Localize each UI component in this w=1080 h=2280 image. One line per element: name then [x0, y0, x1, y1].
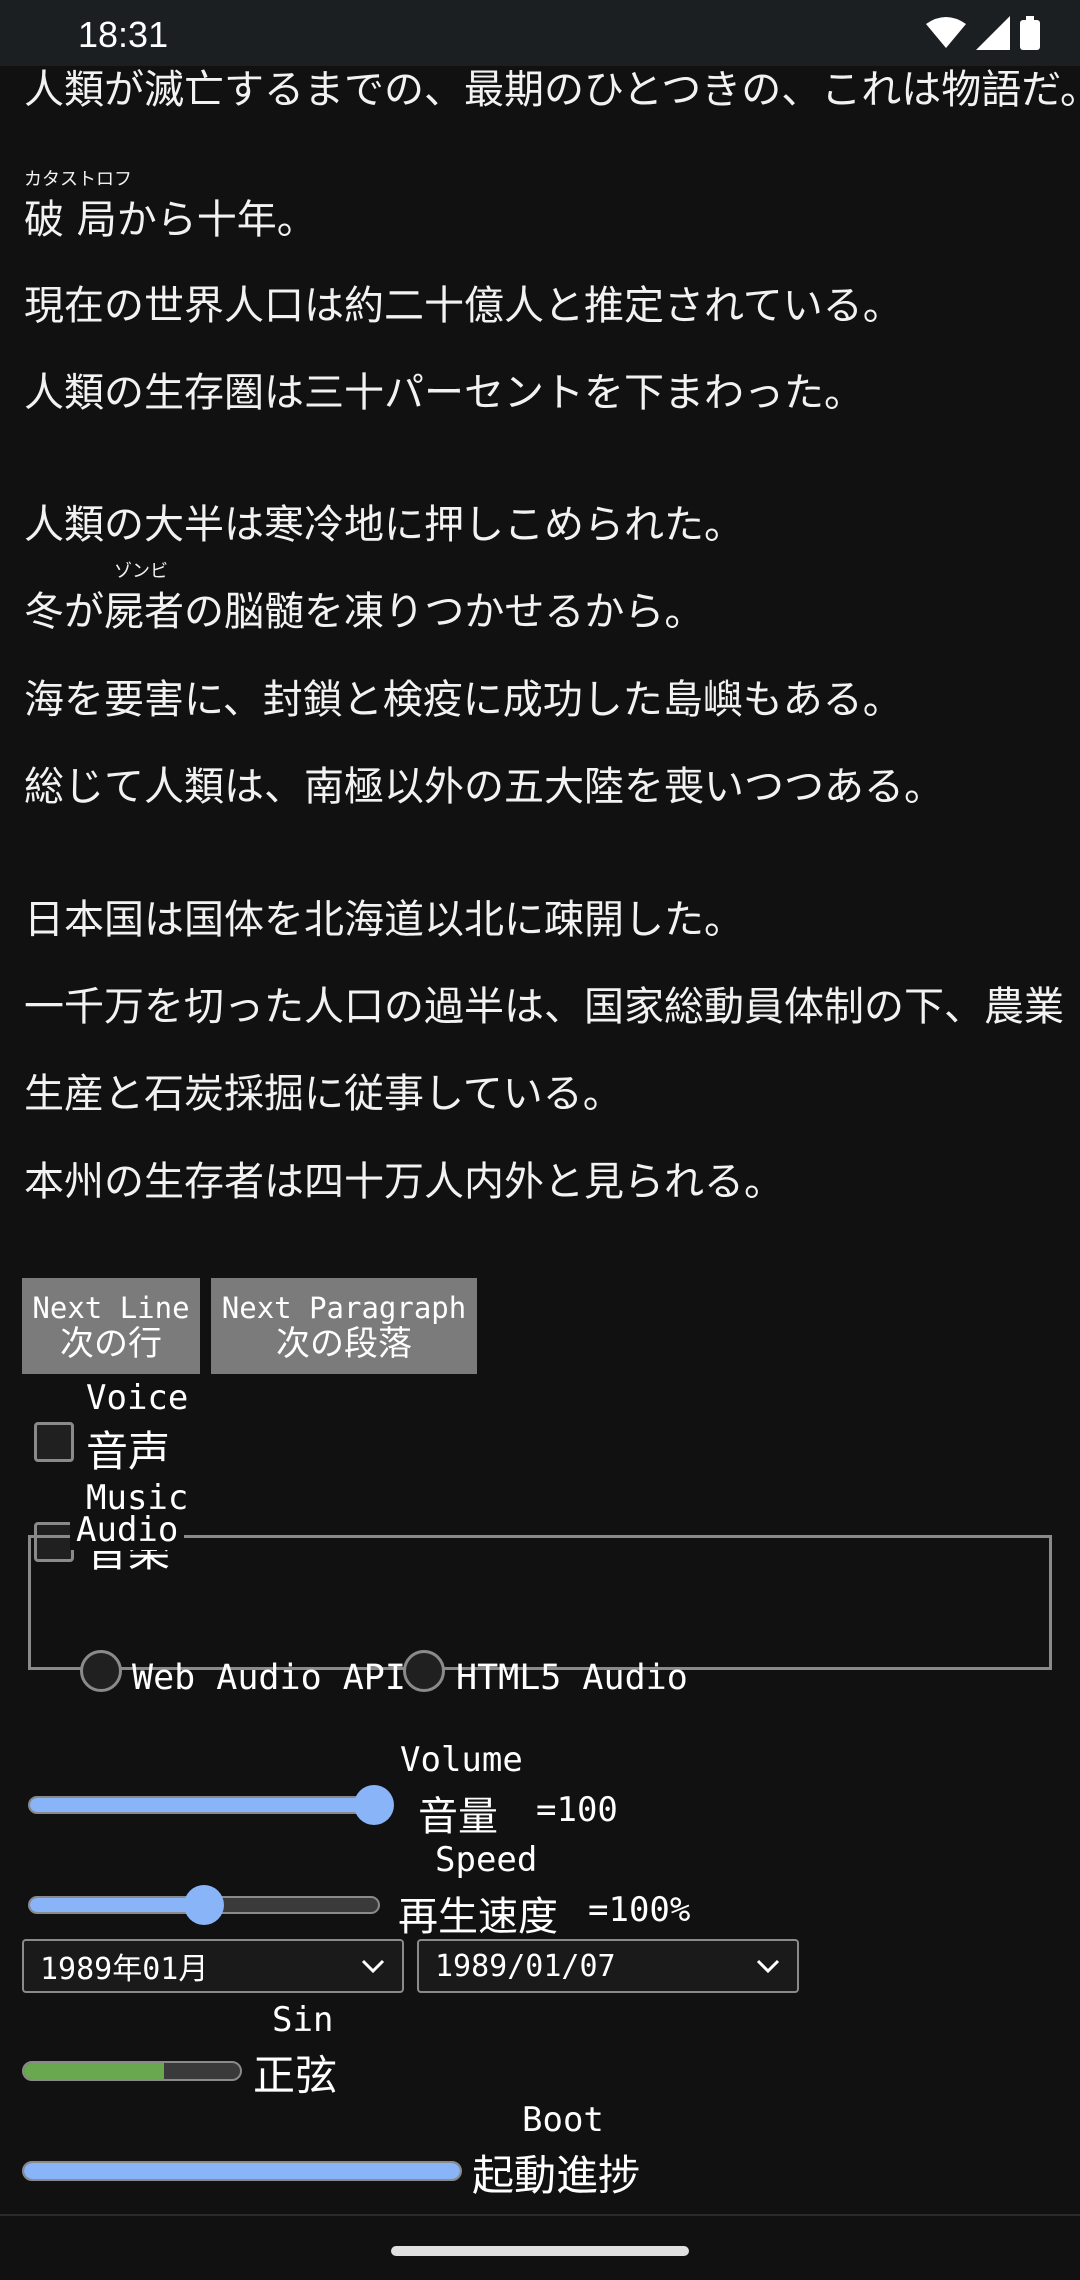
- boot-progress-fill: [24, 2163, 460, 2179]
- story-line: 冬が ゾンビ屍者の脳髄を凍りつかせるから。: [24, 562, 705, 636]
- story-line: 生産と石炭採掘に従事している。: [24, 1071, 623, 1117]
- speed-label-en: Speed: [435, 1840, 538, 1880]
- speed-slider-fill: [30, 1898, 204, 1912]
- voice-checkbox[interactable]: [34, 1422, 74, 1462]
- next-line-button[interactable]: Next Line 次の行: [22, 1278, 200, 1374]
- boot-progress: [22, 2161, 462, 2181]
- status-icons: [926, 16, 1040, 50]
- next-line-label-ja: 次の行: [60, 1324, 162, 1364]
- next-line-label-en: Next Line: [32, 1291, 190, 1325]
- html5-audio-label[interactable]: HTML5 Audio: [456, 1658, 688, 1698]
- speed-slider[interactable]: [28, 1885, 380, 1925]
- volume-slider[interactable]: [28, 1785, 394, 1825]
- audio-fieldset-border: [28, 1535, 1052, 1670]
- chevron-down-icon: [361, 1959, 385, 1974]
- voice-label-ja: 音声: [86, 1427, 171, 1476]
- volume-slider-thumb[interactable]: [354, 1785, 394, 1825]
- sin-progress: [22, 2061, 242, 2081]
- story-line: 人類の大半は寒冷地に押しこめられた。: [24, 502, 744, 548]
- chevron-down-icon: [756, 1959, 780, 1974]
- date-select[interactable]: 1989/01/07: [417, 1939, 799, 1993]
- ruby-reading: カタストロフ: [24, 169, 132, 190]
- story-line: 人類の生存圏は三十パーセントを下まわった。: [24, 370, 864, 416]
- audio-legend: Audio: [70, 1510, 185, 1550]
- next-paragraph-label-en: Next Paragraph: [221, 1291, 467, 1325]
- signal-icon: [976, 16, 1010, 50]
- speed-slider-thumb[interactable]: [184, 1885, 224, 1925]
- line-text: 局から十年。: [76, 197, 317, 243]
- speed-label-ja: 再生速度: [398, 1894, 558, 1940]
- volume-label-en: Volume: [400, 1740, 523, 1780]
- month-select[interactable]: 1989年01月: [22, 1939, 404, 1993]
- story-line: カタストロフ 破 局から十年。: [24, 170, 317, 244]
- speed-value: =100%: [588, 1890, 691, 1930]
- home-gesture-handle[interactable]: [391, 2246, 689, 2256]
- battery-icon: [1020, 16, 1040, 50]
- html5-audio-radio[interactable]: [403, 1650, 445, 1692]
- ruby-base-text: 屍者: [104, 589, 184, 635]
- sin-label-en: Sin: [272, 2000, 334, 2040]
- volume-slider-fill: [30, 1798, 378, 1812]
- volume-label-ja: 音量: [418, 1794, 498, 1840]
- story-line: 一千万を切った人口の過半は、国家総動員体制の下、農業: [24, 984, 1064, 1030]
- story-line: 人類が滅亡するまでの、最期のひとつきの、これは物語だ。: [24, 67, 1080, 113]
- story-line: 海を要害に、封鎖と検疫に成功した島嶼もある。: [24, 677, 903, 723]
- next-paragraph-label-ja: 次の段落: [276, 1324, 412, 1364]
- sin-progress-fill: [24, 2063, 165, 2079]
- boot-label-ja: 起動進捗: [472, 2151, 641, 2200]
- volume-value: =100: [536, 1790, 618, 1830]
- wifi-icon: [926, 17, 966, 48]
- line-text: 冬が: [24, 589, 104, 635]
- web-audio-label[interactable]: Web Audio API: [132, 1658, 406, 1698]
- boot-label-en: Boot: [522, 2100, 604, 2140]
- ruby-word: ゾンビ 屍者: [104, 562, 184, 636]
- voice-label-en: Voice: [86, 1378, 189, 1418]
- next-paragraph-button[interactable]: Next Paragraph 次の段落: [211, 1278, 477, 1374]
- story-line: 本州の生存者は四十万人内外と見られる。: [24, 1159, 784, 1205]
- story-line: 現在の世界人口は約二十億人と推定されている。: [24, 283, 903, 329]
- month-select-value: 1989年01月: [40, 1952, 209, 1987]
- line-text: の脳髄を凍りつかせるから。: [184, 589, 705, 635]
- status-time: 18:31: [78, 14, 169, 55]
- ruby-base-text: 破: [24, 197, 64, 243]
- story-line: 総じて人類は、南極以外の五大陸を喪いつつある。: [24, 764, 944, 810]
- web-audio-radio[interactable]: [80, 1650, 122, 1692]
- status-bar: 18:31: [0, 0, 1080, 66]
- navigation-bar: [0, 2214, 1080, 2280]
- date-select-value: 1989/01/07: [435, 1948, 616, 1984]
- ruby-word: カタストロフ 破: [24, 170, 132, 244]
- story-line: 日本国は国体を北海道以北に疎開した。: [24, 897, 744, 943]
- sin-label-ja: 正弦: [253, 2051, 338, 2100]
- ruby-reading: ゾンビ: [114, 561, 168, 582]
